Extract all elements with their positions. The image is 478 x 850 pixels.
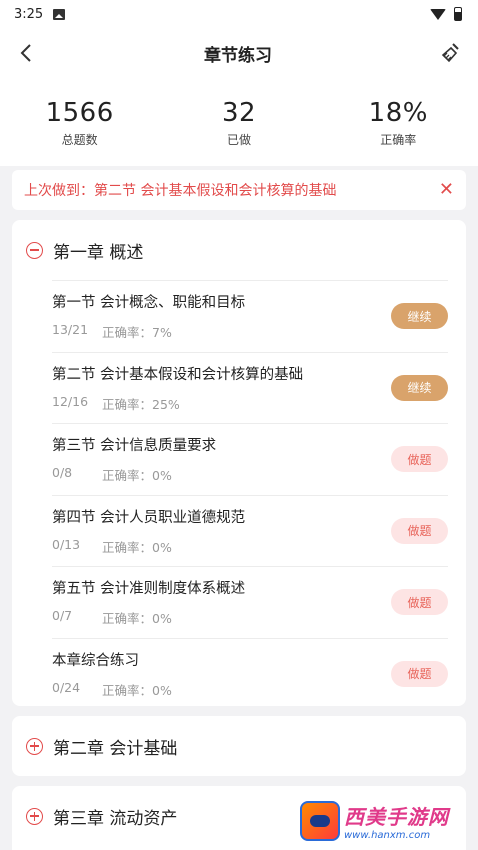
stat-label: 已做 [226,133,251,147]
expand-icon [26,737,43,755]
stat-label: 总题数 [61,133,98,147]
section-info: 第四节 会计人员职业道德规范 0/13 正确率：0% [52,506,245,556]
chapter-title: 第一章 概述 [53,242,144,263]
section-meta: 0/8 正确率：0% [52,465,216,484]
stats-panel: 1566 总题数 32 已做 18% 正确率 [0,78,478,166]
section-title: 第四节 会计人员职业道德规范 [52,509,246,526]
section-row[interactable]: 第五节 会计准则制度体系概述 0/7 正确率：0% 做题 [52,566,448,638]
section-count: 13/21 [52,322,89,338]
section-title: 第三节 会计信息质量要求 [52,438,217,455]
status-right [430,7,462,21]
chevron-left-icon [20,44,31,62]
section-row[interactable]: 第四节 会计人员职业道德规范 0/13 正确率：0% 做题 [52,494,448,567]
section-title: 第二节 会计基本假设和会计核算的基础 [52,366,304,383]
section-accuracy: 正确率：0% [102,468,172,484]
section-info: 第一节 会计概念、职能和目标 13/21 正确率：7% [52,291,245,341]
section-meta: 0/13 正确率：0% [52,537,245,556]
continue-button[interactable]: 继续 [391,303,448,330]
chapter-title: 第三章 流动资产 [53,808,178,829]
status-time: 3:25 [14,6,44,22]
section-meta: 0/7 正确率：0% [52,608,245,627]
chapter-card-2[interactable]: 第二章 会计基础 [12,716,466,776]
do-exercise-button[interactable]: 做题 [391,446,448,473]
wifi-icon [430,8,446,20]
do-exercise-button[interactable]: 做题 [391,660,448,687]
section-row[interactable]: 第二节 会计基本假设和会计核算的基础 12/16 正确率：25% 继续 [52,351,448,424]
do-exercise-button[interactable]: 做题 [391,517,448,544]
section-count: 0/13 [52,536,81,552]
page-title: 章节练习 [204,45,272,66]
section-title: 第一节 会计概念、职能和目标 [52,295,246,312]
clear-record-button[interactable] [438,40,464,66]
section-list: 第一节 会计概念、职能和目标 13/21 正确率：7% 继续 第二节 会计基本假… [12,280,466,709]
gallery-notification-icon [53,8,66,20]
stat-done: 32 已做 [169,98,309,148]
battery-icon [454,7,462,21]
watermark-logo-icon [300,801,340,841]
continue-button[interactable]: 继续 [391,374,448,401]
broom-icon [441,43,459,63]
stat-value: 1566 [45,98,114,128]
section-count: 0/8 [52,465,73,481]
expand-icon [26,807,43,825]
section-info: 本章综合练习 0/24 正确率：0% [52,649,172,699]
close-icon[interactable]: ✕ [439,181,454,199]
last-done-text: 上次做到：第二节 会计基本假设和会计核算的基础 [24,183,337,199]
status-left: 3:25 [14,6,66,22]
section-accuracy: 正确率：7% [102,325,172,341]
watermark-url: www.hanxm.com [344,830,431,841]
section-accuracy: 正确率：0% [102,682,172,698]
section-title: 本章综合练习 [52,652,139,669]
section-title: 第五节 会计准则制度体系概述 [52,581,246,598]
chapter-header[interactable]: 第一章 概述 [12,220,466,280]
section-accuracy: 正确率：0% [102,539,172,555]
watermark-text: 西美手游网 www.hanxm.com [344,801,449,841]
stat-value: 18% [368,98,428,128]
nav-bar: 章节练习 [0,28,478,78]
section-info: 第三节 会计信息质量要求 0/8 正确率：0% [52,434,216,484]
status-bar: 3:25 [0,0,478,28]
section-row[interactable]: 第三节 会计信息质量要求 0/8 正确率：0% 做题 [52,423,448,495]
stat-label: 正确率 [380,133,417,147]
back-button[interactable] [14,41,38,65]
section-row[interactable]: 本章综合练习 0/24 正确率：0% 做题 [52,637,448,710]
section-meta: 13/21 正确率：7% [52,322,245,341]
chapter-card-1: 第一章 概述 第一节 会计概念、职能和目标 13/21 正确率：7% 继续 第二… [12,220,466,706]
stat-accuracy: 18% 正确率 [328,98,468,148]
chapter-title: 第二章 会计基础 [53,738,178,759]
section-meta: 12/16 正确率：25% [52,394,303,413]
section-row[interactable]: 第一节 会计概念、职能和目标 13/21 正确率：7% 继续 [52,280,448,352]
collapse-icon [26,241,43,259]
last-done-banner[interactable]: 上次做到：第二节 会计基本假设和会计核算的基础 ✕ [12,170,466,210]
section-count: 0/7 [52,608,73,624]
section-info: 第二节 会计基本假设和会计核算的基础 12/16 正确率：25% [52,363,303,413]
section-info: 第五节 会计准则制度体系概述 0/7 正确率：0% [52,577,245,627]
do-exercise-button[interactable]: 做题 [391,589,448,616]
stat-value: 32 [221,98,257,128]
section-accuracy: 正确率：25% [102,396,180,412]
section-meta: 0/24 正确率：0% [52,680,172,699]
section-count: 12/16 [52,393,89,409]
stat-total: 1566 总题数 [10,98,150,148]
section-accuracy: 正确率：0% [102,611,172,627]
chapter-header[interactable]: 第二章 会计基础 [12,716,466,776]
watermark-name: 西美手游网 [344,805,449,829]
watermark: 西美手游网 www.hanxm.com [300,798,472,844]
section-count: 0/24 [52,679,81,695]
